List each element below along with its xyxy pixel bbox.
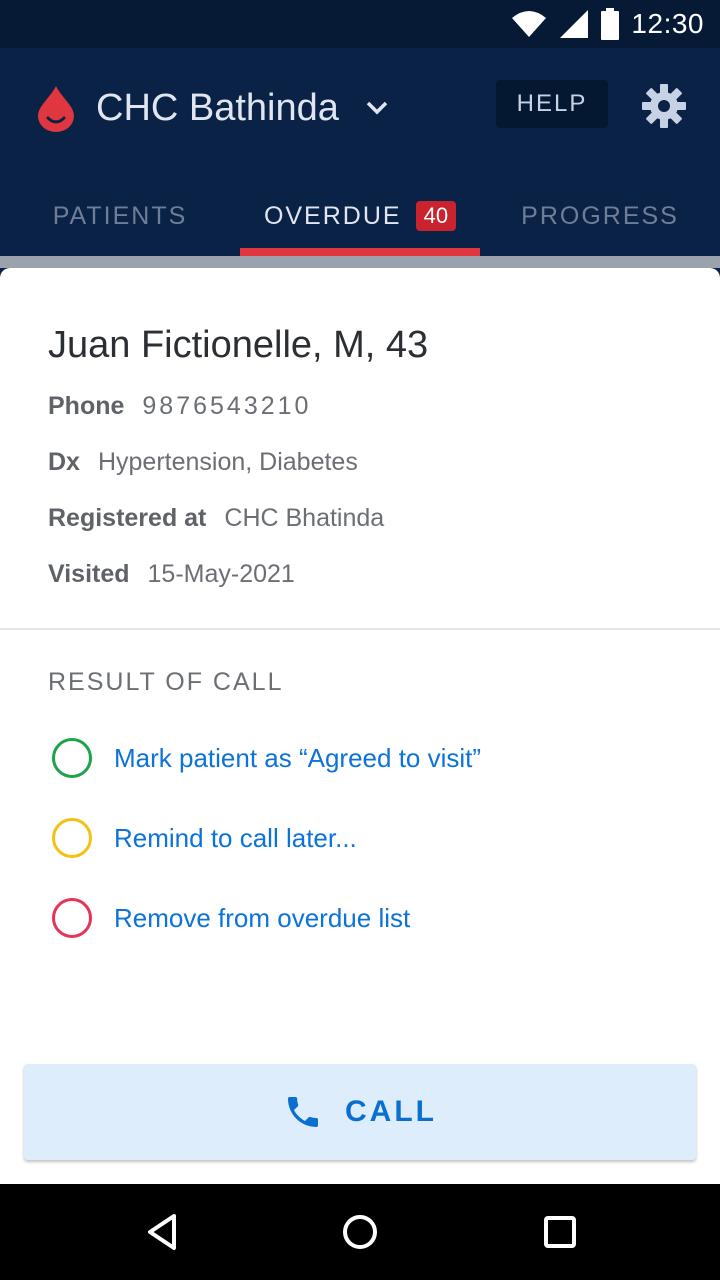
system-nav-bar — [0, 1184, 720, 1280]
blood-drop-logo-icon — [38, 86, 74, 132]
tab-overdue[interactable]: OVERDUE 40 — [240, 176, 480, 256]
section-title: RESULT OF CALL — [48, 668, 284, 696]
overdue-count-badge: 40 — [415, 201, 457, 231]
facility-name: CHC Bathinda — [96, 86, 339, 129]
home-icon[interactable] — [340, 1212, 380, 1252]
registered-row: Registered at CHC Bhatinda — [48, 504, 384, 533]
call-label: CALL — [345, 1095, 437, 1128]
remove-from-list-option[interactable]: Remove from overdue list — [52, 898, 410, 938]
remind-later-option[interactable]: Remind to call later... — [52, 818, 357, 858]
settings-gear-icon[interactable] — [640, 82, 688, 130]
chevron-down-icon — [366, 101, 388, 115]
field-label: Phone — [48, 392, 125, 420]
wifi-icon — [512, 11, 547, 37]
app-bar: CHC Bathinda HELP PATIENTS OVERDUE 40 PR… — [0, 48, 720, 256]
signal-icon — [560, 10, 589, 38]
phone-row: Phone 9876543210 — [48, 392, 311, 421]
tab-label: PROGRESS — [521, 201, 679, 230]
patient-name: Juan Fictionelle, M, 43 — [48, 324, 429, 366]
patient-call-sheet: Juan Fictionelle, M, 43 Phone 9876543210… — [0, 268, 720, 1184]
radio-yellow-icon[interactable] — [52, 818, 92, 858]
divider — [0, 628, 720, 630]
registered-value: CHC Bhatinda — [224, 504, 385, 532]
diagnosis-row: Dx Hypertension, Diabetes — [48, 448, 358, 477]
phone-value: 9876543210 — [142, 392, 312, 420]
recents-icon[interactable] — [540, 1212, 580, 1252]
tab-progress[interactable]: PROGRESS — [480, 176, 720, 256]
help-button[interactable]: HELP — [496, 80, 608, 128]
tab-patients[interactable]: PATIENTS — [0, 176, 240, 256]
visited-value: 15-May-2021 — [147, 560, 295, 588]
call-button[interactable]: CALL — [24, 1064, 696, 1160]
scrim[interactable] — [0, 256, 720, 268]
agreed-to-visit-option[interactable]: Mark patient as “Agreed to visit” — [52, 738, 481, 778]
visited-row: Visited 15-May-2021 — [48, 560, 295, 589]
battery-icon — [601, 8, 620, 40]
status-bar: 12:30 — [0, 0, 720, 48]
status-icons: 12:30 — [511, 0, 704, 48]
tab-label: OVERDUE — [263, 201, 402, 230]
radio-green-icon[interactable] — [52, 738, 92, 778]
option-label: Mark patient as “Agreed to visit” — [114, 742, 482, 773]
facility-switcher[interactable]: CHC Bathinda — [96, 84, 391, 132]
radio-red-icon[interactable] — [52, 898, 92, 938]
clock: 12:30 — [631, 8, 704, 39]
back-icon[interactable] — [142, 1212, 182, 1252]
tab-bar: PATIENTS OVERDUE 40 PROGRESS — [0, 176, 720, 256]
field-label: Registered at — [48, 504, 207, 532]
field-label: Dx — [48, 448, 80, 476]
field-label: Visited — [48, 560, 130, 588]
tab-label: PATIENTS — [52, 201, 188, 230]
phone-icon — [288, 1097, 318, 1127]
option-label: Remind to call later... — [114, 822, 357, 853]
option-label: Remove from overdue list — [114, 902, 411, 933]
diagnosis-value: Hypertension, Diabetes — [97, 448, 358, 476]
